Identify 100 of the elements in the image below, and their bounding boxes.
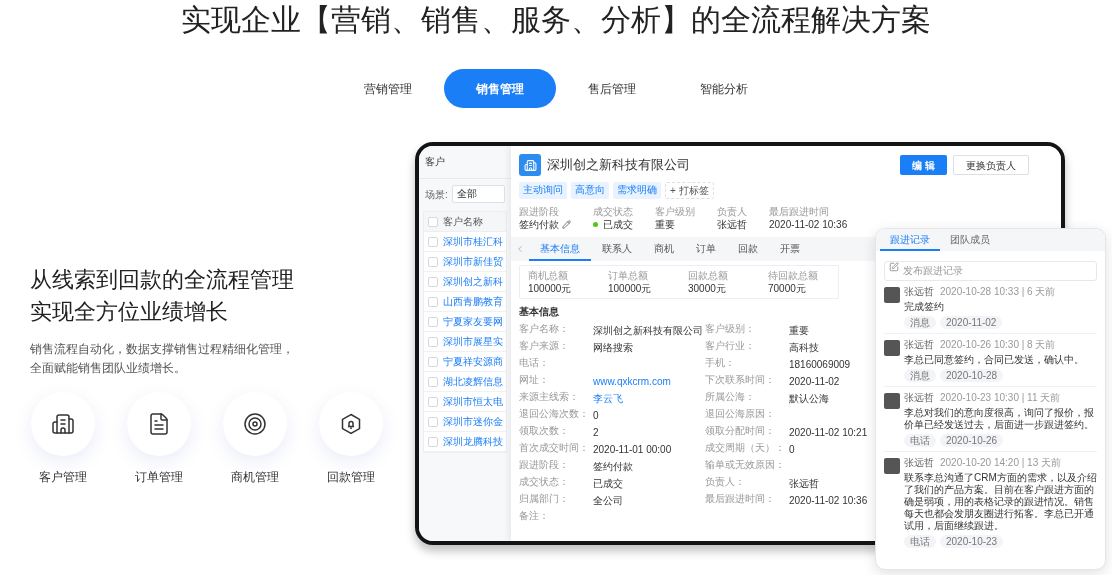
detail-tab[interactable]: 联系人 [591,237,643,261]
author-name: 张远哲 [904,286,934,298]
feature-title: 从线索到回款的全流程管理 [30,266,295,294]
field-value: 2020-11-02 10:21 [789,427,868,438]
customer-link[interactable]: 深圳市桂汇科 [443,234,503,249]
target-icon [243,412,267,436]
field-label: 成交周期（天）： [705,441,786,455]
field-link[interactable]: www.qxkcrm.com [593,376,671,387]
checkbox[interactable] [428,216,438,227]
feature-description: 全面赋能销售团队业绩增长。 [30,360,187,377]
field-label: 来源主线索： [519,390,580,404]
field-label: 退回公海次数： [519,407,590,421]
page-headline: 实现企业【营销、销售、服务、分析】的全流程解决方案 [180,2,932,38]
field-value: 2020-11-02 10:36 [789,495,868,506]
field-label: 领取次数： [519,424,570,438]
panel-tab[interactable]: 团队成员 [940,229,1000,251]
add-tag-button[interactable]: + 打标签 [665,182,714,199]
record-time: 2020-10-23 10:30 | 11 天前 [940,392,1061,404]
customer-link[interactable]: 湖北凌辉信息 [443,374,503,389]
record-content: 联系李总沟通了CRM方面的需求，以及介绍了我们的产品方案。目前在客户跟进方面的确是弱项，用的表格记录的跟进情况。销售每天也都会发朋友圈进行拓客。李总已开通试用，后面继续跟进。 [904,472,1097,532]
product-tab[interactable]: 售后管理 [556,69,668,108]
summary-value: 张远哲 [717,218,747,231]
field-value: 全公司 [593,495,623,506]
checkbox[interactable] [428,336,438,347]
customer-link[interactable]: 宁夏祥安源商 [443,354,503,369]
field-label: 所属公海： [705,390,756,404]
author-name: 张远哲 [904,339,934,351]
field-value: 已成交 [593,478,623,489]
customer-tag: 高意向 [571,182,609,199]
checkbox[interactable] [428,436,438,447]
customer-link[interactable]: 宁夏家友要网 [443,314,503,329]
field-value: 签约付款 [593,461,633,472]
customer-link[interactable]: 深圳创之新科 [443,274,503,289]
record-tag: 消息 [904,316,936,329]
action-button[interactable]: 更换负责人 [953,155,1029,175]
record-content: 完成签约 [904,301,945,313]
stat-label: 待回款总额 [768,269,819,282]
feature-title: 实现全方位业绩增长 [30,298,229,326]
checkbox[interactable] [428,236,438,247]
stat-value: 100000元 [528,282,573,295]
module-label: 回款管理 [327,469,375,486]
product-tab[interactable]: 销售管理 [444,69,556,108]
record-time: 2020-10-20 14:20 | 13 天前 [940,457,1061,469]
detail-tab[interactable]: 开票 [769,237,811,261]
detail-tab[interactable]: 回款 [727,237,769,261]
field-value: 2 [593,427,599,438]
scroll-left-icon[interactable] [515,244,525,254]
record-tag: 2020-10-23 [940,535,1004,548]
customer-link[interactable]: 深圳市恒太电 [443,394,503,409]
panel-tab[interactable]: 跟进记录 [880,229,940,251]
checkbox[interactable] [428,256,438,267]
field-label: 电话： [519,356,550,370]
checkbox[interactable] [428,356,438,367]
field-value: 深圳创之新科技有限公司 [593,325,703,336]
checkbox[interactable] [428,376,438,387]
building-icon [51,412,75,436]
detail-tab[interactable]: 商机 [643,237,685,261]
field-label: 下次联系时间： [705,373,776,387]
field-value: 高科技 [789,342,819,353]
product-tab[interactable]: 智能分析 [668,69,780,108]
summary-value: 已成交 [603,218,633,231]
summary-label: 成交状态 [593,205,633,218]
field-label: 客户行业： [705,339,756,353]
field-value: 0 [789,444,795,455]
author-name: 张远哲 [904,392,934,404]
customer-link[interactable]: 深圳市展星实 [443,334,503,349]
checkbox[interactable] [428,296,438,307]
field-value: 重要 [789,325,809,336]
field-value: 18160069009 [789,359,851,370]
customer-link[interactable]: 深圳市迷你金 [443,414,503,429]
product-tab[interactable]: 营销管理 [332,69,444,108]
action-button[interactable]: 编 辑 [900,155,947,175]
summary-label: 客户级别 [655,205,695,218]
customer-link[interactable]: 深圳市新佳贸 [443,254,503,269]
field-link[interactable]: 李云飞 [593,393,623,404]
checkbox[interactable] [428,316,438,327]
stat-value: 70000元 [768,282,807,295]
checkbox[interactable] [428,396,438,407]
scene-select[interactable]: 全部 [451,185,505,203]
followup-input[interactable]: 发布跟进记录 [884,260,1097,281]
summary-label: 最后跟进时间 [769,205,830,218]
field-value: 网络搜索 [593,342,633,353]
field-value: 张远哲 [789,478,819,489]
record-tag: 消息 [904,369,936,382]
hexagon-bell-icon [339,412,363,436]
customer-tag: 主动询问 [519,182,567,199]
field-label: 成交状态： [519,475,570,489]
field-label: 负责人： [705,475,746,489]
summary-value: 2020-11-02 10:36 [769,218,848,231]
field-value: 默认公海 [789,393,829,404]
edit-icon[interactable] [562,220,571,229]
checkbox[interactable] [428,276,438,287]
feature-description: 销售流程自动化，数据支撑销售过程精细化管理， [30,341,295,358]
record-tag: 电话 [904,434,936,447]
customer-link[interactable]: 深圳龙腾科技 [443,434,503,449]
checkbox[interactable] [428,416,438,427]
record-tag: 2020-10-26 [940,434,1004,447]
stat-value: 30000元 [688,282,727,295]
detail-tab[interactable]: 订单 [685,237,727,261]
customer-link[interactable]: 山西青鹏教育 [443,294,503,309]
